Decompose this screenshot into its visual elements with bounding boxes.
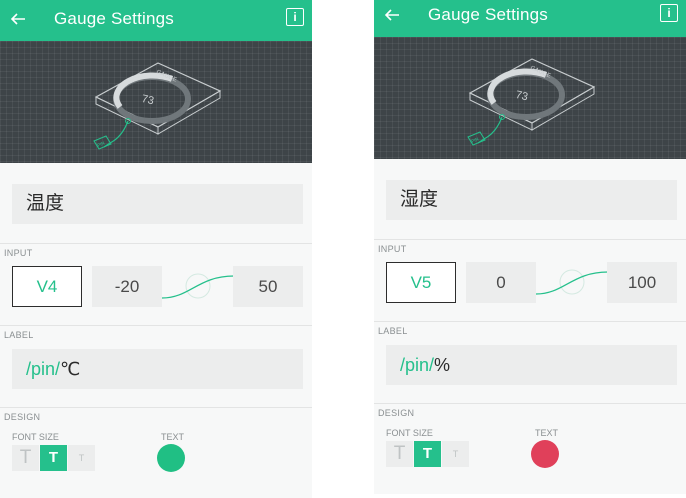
back-arrow-icon[interactable]	[10, 11, 26, 27]
min-value-field[interactable]: 0	[466, 262, 536, 303]
pin-select[interactable]: V5	[386, 262, 456, 303]
screen-title: Gauge Settings	[428, 5, 548, 24]
font-size-large-button[interactable]: T	[12, 445, 39, 471]
widget-preview: 73 GAUGE PIN	[374, 37, 686, 159]
font-size-label: FONT SIZE	[12, 432, 59, 442]
back-arrow-icon[interactable]	[384, 7, 400, 23]
gauge-settings-screen-right: Gauge Settings i 73 GAUGE PIN 湿度 INPUT V…	[374, 0, 686, 494]
font-size-medium-button[interactable]: T	[414, 441, 441, 467]
label-section-label: LABEL	[4, 330, 34, 340]
gauge-widget-illustration: 73 GAUGE PIN	[467, 58, 596, 146]
font-size-large-button[interactable]: T	[386, 441, 413, 467]
label-section-label: LABEL	[378, 326, 408, 336]
font-size-medium-button[interactable]: T	[40, 445, 67, 471]
screen-title: Gauge Settings	[54, 9, 174, 28]
design-section-label: DESIGN	[4, 412, 41, 422]
widget-preview: 73 GAUGE PIN	[0, 41, 312, 163]
range-curve-icon	[162, 273, 234, 299]
divider	[374, 239, 686, 240]
input-section-label: INPUT	[4, 248, 33, 258]
label-field[interactable]: /pin/℃	[12, 349, 303, 389]
max-value-field[interactable]: 100	[607, 262, 677, 303]
info-icon[interactable]: i	[660, 4, 678, 22]
font-size-small-button[interactable]: T	[68, 445, 95, 471]
label-field[interactable]: /pin/%	[386, 345, 677, 385]
pin-select[interactable]: V4	[12, 266, 82, 307]
label-pin-token: /pin/	[26, 359, 61, 379]
range-curve-icon	[536, 269, 608, 295]
divider	[0, 325, 312, 326]
preview-value: 73	[515, 89, 529, 103]
app-bar: Gauge Settings i	[0, 0, 312, 41]
text-color-label: TEXT	[161, 432, 185, 442]
app-bar: Gauge Settings i	[374, 0, 686, 37]
max-value-field[interactable]: 50	[233, 266, 303, 307]
divider	[374, 403, 686, 404]
gauge-settings-screen-left: Gauge Settings i 73 GAUGE PIN 温度 INPUT V…	[0, 0, 312, 498]
input-section-label: INPUT	[378, 244, 407, 254]
design-section-label: DESIGN	[378, 408, 415, 418]
text-color-label: TEXT	[535, 428, 559, 438]
widget-name-field[interactable]: 湿度	[386, 180, 677, 220]
preview-value: 73	[141, 93, 155, 107]
text-color-swatch[interactable]	[157, 444, 185, 472]
divider	[0, 243, 312, 244]
font-size-label: FONT SIZE	[386, 428, 433, 438]
gauge-widget-illustration: 73 GAUGE PIN	[93, 62, 222, 150]
font-size-small-button[interactable]: T	[442, 441, 469, 467]
text-color-swatch[interactable]	[531, 440, 559, 468]
divider	[374, 321, 686, 322]
divider	[0, 407, 312, 408]
label-suffix: %	[434, 355, 451, 375]
label-suffix: ℃	[60, 359, 81, 379]
widget-name-field[interactable]: 温度	[12, 184, 303, 224]
min-value-field[interactable]: -20	[92, 266, 162, 307]
info-icon[interactable]: i	[286, 8, 304, 26]
label-pin-token: /pin/	[400, 355, 435, 375]
